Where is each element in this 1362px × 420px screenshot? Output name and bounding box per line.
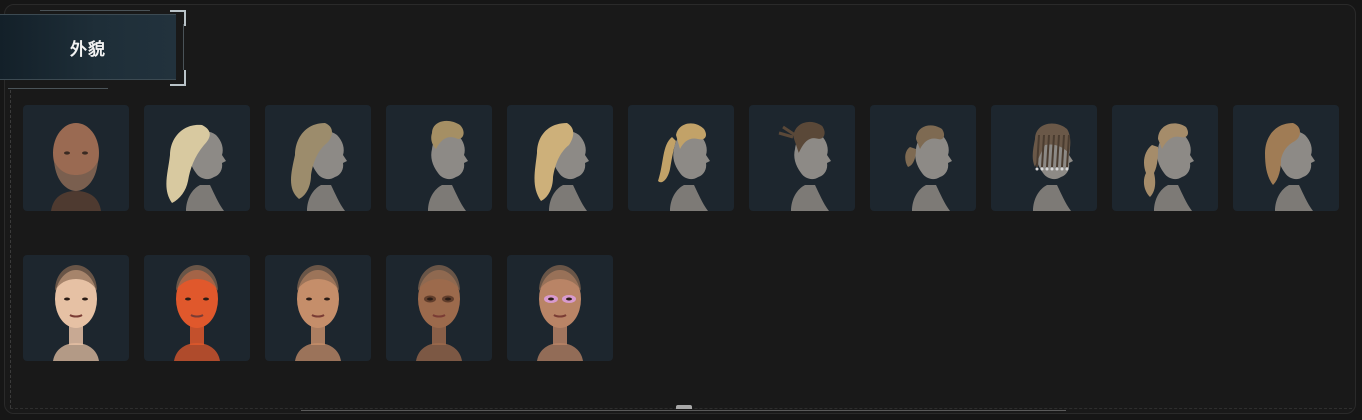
cornrow-braids-hair-icon bbox=[778, 121, 831, 211]
header-decoration-line bbox=[40, 10, 150, 11]
bob-cut-hair-icon bbox=[1265, 123, 1315, 211]
scroll-thumb[interactable] bbox=[676, 405, 692, 409]
corner-bracket-icon bbox=[170, 10, 186, 26]
scroll-track[interactable] bbox=[301, 410, 1066, 411]
long-wavy-blonde-hair-icon bbox=[166, 124, 226, 211]
panel-dashed-border-left bbox=[10, 90, 11, 408]
short-pompadour-hair-icon bbox=[428, 120, 468, 211]
face-option-card[interactable] bbox=[265, 255, 371, 361]
face-option-card[interactable] bbox=[144, 255, 250, 361]
face-option-grid bbox=[23, 255, 613, 361]
orange-skin-female-face-icon bbox=[174, 265, 220, 361]
bubble-ponytail-hair-icon bbox=[1143, 123, 1194, 211]
long-wavy-ash-hair-icon bbox=[291, 123, 347, 211]
slicked-back-bun-hair-icon bbox=[905, 125, 952, 211]
face-option-card[interactable] bbox=[386, 255, 492, 361]
dark-makeup-female-face-icon bbox=[416, 265, 462, 361]
face-option-card[interactable] bbox=[23, 255, 129, 361]
panel-title: 外貌 bbox=[70, 39, 106, 60]
tan-skin-female-face-icon bbox=[295, 265, 341, 361]
bald-bearded-male-head-icon bbox=[51, 123, 101, 211]
ponytail-hair-icon bbox=[658, 123, 710, 211]
hair-option-card[interactable] bbox=[991, 105, 1097, 211]
fair-skin-female-face-icon bbox=[53, 265, 99, 361]
hair-option-card[interactable] bbox=[1233, 105, 1339, 211]
hair-option-card[interactable] bbox=[23, 105, 129, 211]
hair-option-card[interactable] bbox=[265, 105, 371, 211]
beaded-braids-hair-icon bbox=[1032, 123, 1073, 211]
panel-title-tab: 外貌 bbox=[0, 14, 176, 80]
hair-option-card[interactable] bbox=[144, 105, 250, 211]
hair-option-card[interactable] bbox=[628, 105, 734, 211]
pink-makeup-female-face-icon bbox=[537, 265, 583, 361]
shoulder-length-wavy-blonde-hair-icon bbox=[534, 123, 589, 211]
hair-option-card[interactable] bbox=[749, 105, 855, 211]
hair-option-card[interactable] bbox=[870, 105, 976, 211]
hair-option-card[interactable] bbox=[1112, 105, 1218, 211]
corner-bracket-icon bbox=[170, 70, 186, 86]
hair-option-grid bbox=[23, 105, 1339, 211]
hair-option-card[interactable] bbox=[386, 105, 492, 211]
face-option-card[interactable] bbox=[507, 255, 613, 361]
header-decoration-line bbox=[8, 88, 108, 89]
header-decoration-line bbox=[183, 24, 184, 70]
hair-option-card[interactable] bbox=[507, 105, 613, 211]
